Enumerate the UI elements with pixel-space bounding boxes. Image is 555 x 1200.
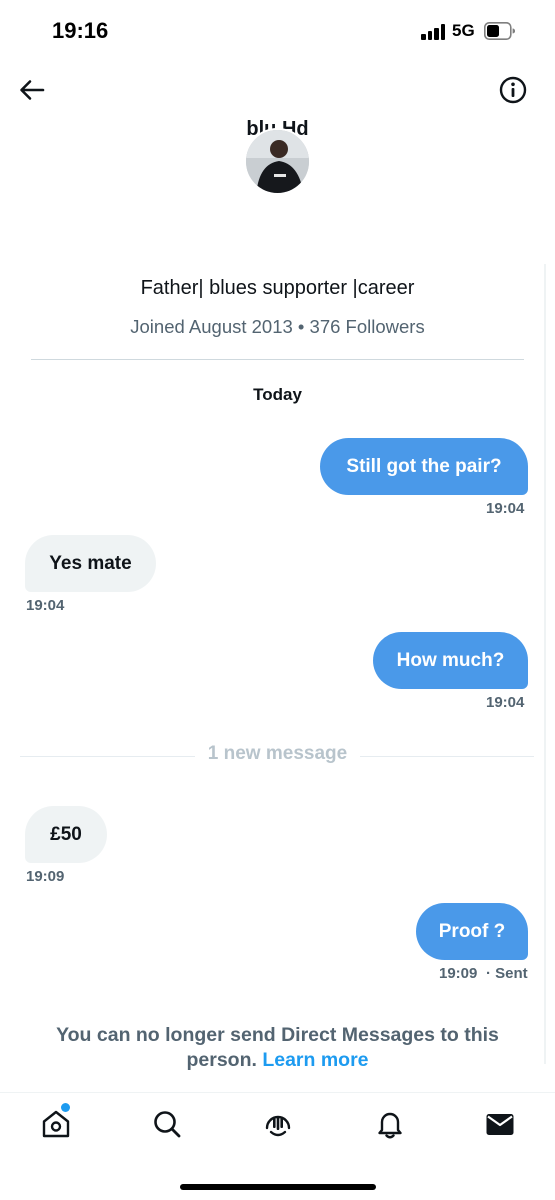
message-text: Yes mate (49, 552, 132, 574)
profile-bio: Father| blues supporter |career (140, 277, 415, 299)
message-bubble-outgoing[interactable]: Still got the pair? (320, 438, 528, 495)
status-bar: 19:16 5G (0, 0, 555, 64)
notification-dot (61, 1103, 70, 1112)
home-icon[interactable] (40, 1108, 72, 1140)
new-message-divider-label: 1 new message (207, 743, 348, 764)
message-text: How much? (396, 649, 505, 671)
message-text: Still got the pair? (346, 455, 502, 477)
message-timestamp: 19:09 (26, 868, 65, 885)
info-icon[interactable] (498, 75, 528, 105)
message-timestamp: 19:04 (486, 694, 525, 711)
message-bubble-outgoing[interactable]: How much? (373, 632, 528, 689)
mail-icon[interactable] (484, 1108, 516, 1140)
message-timestamp: 19:04 (486, 500, 525, 517)
profile-divider (31, 359, 524, 360)
message-timestamp: 19:04 (26, 597, 65, 614)
bell-icon[interactable] (374, 1108, 406, 1140)
message-bubble-outgoing[interactable]: Proof ? (416, 903, 528, 960)
network-label: 5G (452, 21, 475, 40)
message-text: £50 (50, 823, 82, 845)
avatar[interactable] (244, 128, 311, 195)
battery-icon (484, 22, 515, 40)
message-bubble-incoming[interactable]: Yes mate (25, 535, 156, 592)
learn-more-link[interactable]: Learn more (262, 1049, 368, 1071)
message-sent-status: · Sent (486, 965, 528, 982)
home-indicator[interactable] (180, 1184, 376, 1190)
day-label: Today (253, 385, 302, 404)
message-timestamp: 19:09 (439, 965, 478, 982)
dm-restriction-notice: You can no longer send Direct Messages t… (30, 1023, 525, 1073)
profile-meta: Joined August 2013 • 376 Followers (130, 316, 425, 337)
search-icon[interactable] (151, 1108, 183, 1140)
message-bubble-incoming[interactable]: £50 (25, 806, 107, 863)
spaces-icon[interactable] (262, 1108, 294, 1140)
back-arrow-icon[interactable] (18, 76, 46, 104)
scrollbar[interactable] (544, 264, 546, 1064)
status-time: 19:16 (52, 18, 109, 43)
signal-icon (421, 24, 447, 40)
message-text: Proof ? (438, 920, 506, 942)
